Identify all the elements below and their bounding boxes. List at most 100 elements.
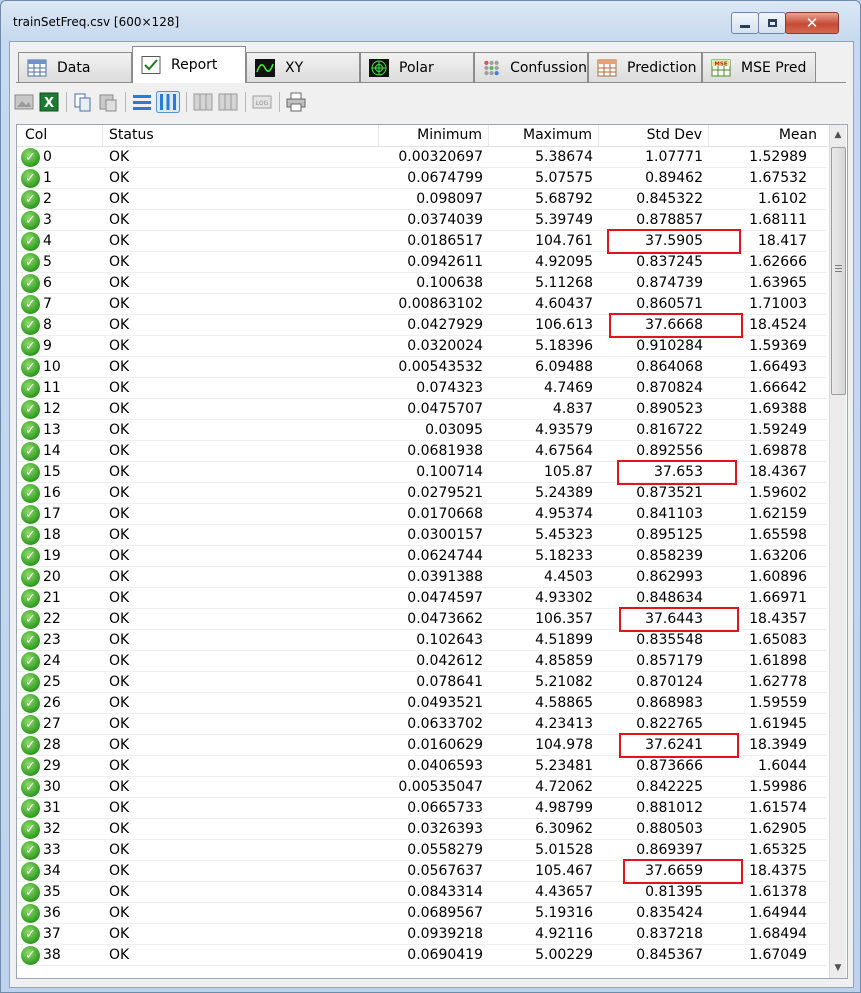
table-row[interactable]: ✓ 36 OK 0.0689567 5.19316 0.835424 1.64944 (17, 903, 827, 924)
columns-view-icon[interactable] (156, 91, 180, 113)
table-row[interactable]: ✓ 13 OK 0.03095 4.93579 0.816722 1.59249 (17, 420, 827, 441)
table-row[interactable]: ✓ 3 OK 0.0374039 5.39749 0.878857 1.68111 (17, 210, 827, 231)
tab-xy[interactable]: XY (246, 52, 360, 82)
table-row[interactable]: ✓ 30 OK 0.00535047 4.72062 0.842225 1.59986 (17, 777, 827, 798)
cell-std-dev: 0.892556 (636, 443, 703, 459)
cell-std-dev: 0.848634 (636, 590, 703, 606)
column-grid-alt-icon[interactable] (218, 92, 238, 112)
paste-icon[interactable] (98, 92, 118, 112)
std-dev-highlight-box (609, 313, 743, 338)
table-row[interactable]: ✓ 14 OK 0.0681938 4.67564 0.892556 1.69878 (17, 441, 827, 462)
rows-view-icon[interactable] (132, 92, 152, 112)
title-bar[interactable]: trainSetFreq.csv [600×128] ✕ (1, 1, 860, 41)
table-row[interactable]: ✓ 0 OK 0.00320697 5.38674 1.07771 1.52989 (17, 147, 827, 168)
tab-polar[interactable]: Polar (360, 52, 474, 82)
table-row[interactable]: ✓ 34 OK 0.0567637 105.467 37.6659 18.4375 (17, 859, 827, 884)
table-row[interactable]: ✓ 7 OK 0.00863102 4.60437 0.860571 1.71003 (17, 294, 827, 315)
excel-icon[interactable]: X (39, 92, 59, 112)
table-row[interactable]: ✓ 27 OK 0.0633702 4.23413 0.822765 1.61945 (17, 714, 827, 735)
scroll-up-icon[interactable]: ▲ (830, 127, 846, 143)
svg-text:LOG: LOG (256, 100, 269, 107)
header-mean[interactable]: Mean (709, 125, 827, 146)
cell-col: 15 (43, 464, 61, 480)
scroll-down-icon[interactable]: ▼ (830, 960, 846, 976)
table-row[interactable]: ✓ 16 OK 0.0279521 5.24389 0.873521 1.59602 (17, 483, 827, 504)
cell-col: 20 (43, 569, 61, 585)
cell-col: 3 (43, 212, 52, 228)
cell-std-dev: 0.890523 (636, 401, 703, 417)
header-status[interactable]: Status (103, 125, 379, 146)
table-row[interactable]: ✓ 1 OK 0.0674799 5.07575 0.89462 1.67532 (17, 168, 827, 189)
column-grid-icon[interactable] (193, 92, 213, 112)
table-row[interactable]: ✓ 17 OK 0.0170668 4.95374 0.841103 1.62159 (17, 504, 827, 525)
cell-mean: 1.62778 (749, 674, 807, 690)
copy-icon[interactable] (73, 92, 93, 112)
table-row[interactable]: ✓ 26 OK 0.0493521 4.58865 0.868983 1.59559 (17, 693, 827, 714)
maximize-button[interactable] (758, 12, 786, 34)
cell-col: 38 (43, 947, 61, 963)
table-row[interactable]: ✓ 28 OK 0.0160629 104.978 37.6241 18.3949 (17, 733, 827, 758)
table-row[interactable]: ✓ 4 OK 0.0186517 104.761 37.5905 18.417 (17, 229, 827, 254)
cell-status: OK (109, 821, 130, 837)
header-maximum[interactable]: Maximum (489, 125, 599, 146)
table-row[interactable]: ✓ 37 OK 0.0939218 4.92116 0.837218 1.68494 (17, 924, 827, 945)
cell-col: 4 (43, 233, 52, 249)
cell-minimum: 0.102643 (416, 632, 483, 648)
tab-data[interactable]: Data (18, 52, 132, 82)
header-std-dev[interactable]: Std Dev (599, 125, 709, 146)
print-icon[interactable] (286, 92, 306, 112)
table-row[interactable]: ✓ 22 OK 0.0473662 106.357 37.6443 18.4357 (17, 607, 827, 632)
tab-prediction[interactable]: Prediction (588, 52, 702, 82)
table-row[interactable]: ✓ 11 OK 0.074323 4.7469 0.870824 1.66642 (17, 378, 827, 399)
cell-mean: 1.61378 (749, 884, 807, 900)
table-row[interactable]: ✓ 29 OK 0.0406593 5.23481 0.873666 1.6044 (17, 756, 827, 777)
cell-std-dev: 0.841103 (636, 506, 703, 522)
table-row[interactable]: ✓ 12 OK 0.0475707 4.837 0.890523 1.69388 (17, 399, 827, 420)
table-row[interactable]: ✓ 10 OK 0.00543532 6.09488 0.864068 1.66493 (17, 357, 827, 378)
cell-status: OK (109, 233, 130, 249)
header-minimum[interactable]: Minimum (379, 125, 489, 146)
tab-confussion[interactable]: Confussion (474, 52, 588, 82)
table-row[interactable]: ✓ 23 OK 0.102643 4.51899 0.835548 1.65083 (17, 630, 827, 651)
table-row[interactable]: ✓ 32 OK 0.0326393 6.30962 0.880503 1.62905 (17, 819, 827, 840)
table-row[interactable]: ✓ 35 OK 0.0843314 4.43657 0.81395 1.61378 (17, 882, 827, 903)
cell-maximum: 4.72062 (535, 779, 593, 795)
log-icon[interactable]: LOG (252, 92, 272, 112)
table-row[interactable]: ✓ 21 OK 0.0474597 4.93302 0.848634 1.66971 (17, 588, 827, 609)
tab-mse-pred[interactable]: MSE MSE Pred (702, 52, 816, 82)
cell-minimum: 0.00863102 (398, 296, 483, 312)
export-image-icon[interactable] (14, 92, 34, 112)
close-button[interactable]: ✕ (785, 12, 839, 34)
cell-status: OK (109, 317, 130, 333)
table-row[interactable]: ✓ 18 OK 0.0300157 5.45323 0.895125 1.65598 (17, 525, 827, 546)
cell-mean: 1.59559 (749, 695, 807, 711)
cell-status: OK (109, 338, 130, 354)
table-row[interactable]: ✓ 9 OK 0.0320024 5.18396 0.910284 1.59369 (17, 336, 827, 357)
cell-maximum: 106.613 (535, 317, 593, 333)
tab-report[interactable]: Report (132, 46, 246, 83)
vertical-scrollbar[interactable]: ▲ ▼ (829, 125, 846, 978)
table-row[interactable]: ✓ 8 OK 0.0427929 106.613 37.6668 18.4524 (17, 313, 827, 338)
scroll-thumb[interactable] (831, 147, 846, 395)
cell-col: 7 (43, 296, 52, 312)
table-row[interactable]: ✓ 25 OK 0.078641 5.21082 0.870124 1.62778 (17, 672, 827, 693)
minimize-button[interactable] (731, 12, 759, 34)
table-row[interactable]: ✓ 6 OK 0.100638 5.11268 0.874739 1.63965 (17, 273, 827, 294)
table-row[interactable]: ✓ 5 OK 0.0942611 4.92095 0.837245 1.62666 (17, 252, 827, 273)
table-row[interactable]: ✓ 2 OK 0.098097 5.68792 0.845322 1.6102 (17, 189, 827, 210)
table-row[interactable]: ✓ 24 OK 0.042612 4.85859 0.857179 1.61898 (17, 651, 827, 672)
table-row[interactable]: ✓ 19 OK 0.0624744 5.18233 0.858239 1.63206 (17, 546, 827, 567)
std-dev-highlight-box (619, 733, 739, 758)
cell-std-dev: 0.857179 (636, 653, 703, 669)
table-row[interactable]: ✓ 20 OK 0.0391388 4.4503 0.862993 1.60896 (17, 567, 827, 588)
table-row[interactable]: ✓ 15 OK 0.100714 105.87 37.653 18.4367 (17, 460, 827, 485)
table-row[interactable]: ✓ 38 OK 0.0690419 5.00229 0.845367 1.67049 (17, 945, 827, 966)
cell-col: 25 (43, 674, 61, 690)
header-col[interactable]: Col (17, 125, 103, 146)
table-row[interactable]: ✓ 33 OK 0.0558279 5.01528 0.869397 1.65325 (17, 840, 827, 861)
table-row[interactable]: ✓ 31 OK 0.0665733 4.98799 0.881012 1.61574 (17, 798, 827, 819)
cell-maximum: 4.93579 (535, 422, 593, 438)
tab-polar-label: Polar (399, 59, 434, 76)
cell-status: OK (109, 716, 130, 732)
cell-minimum: 0.0160629 (407, 737, 483, 753)
